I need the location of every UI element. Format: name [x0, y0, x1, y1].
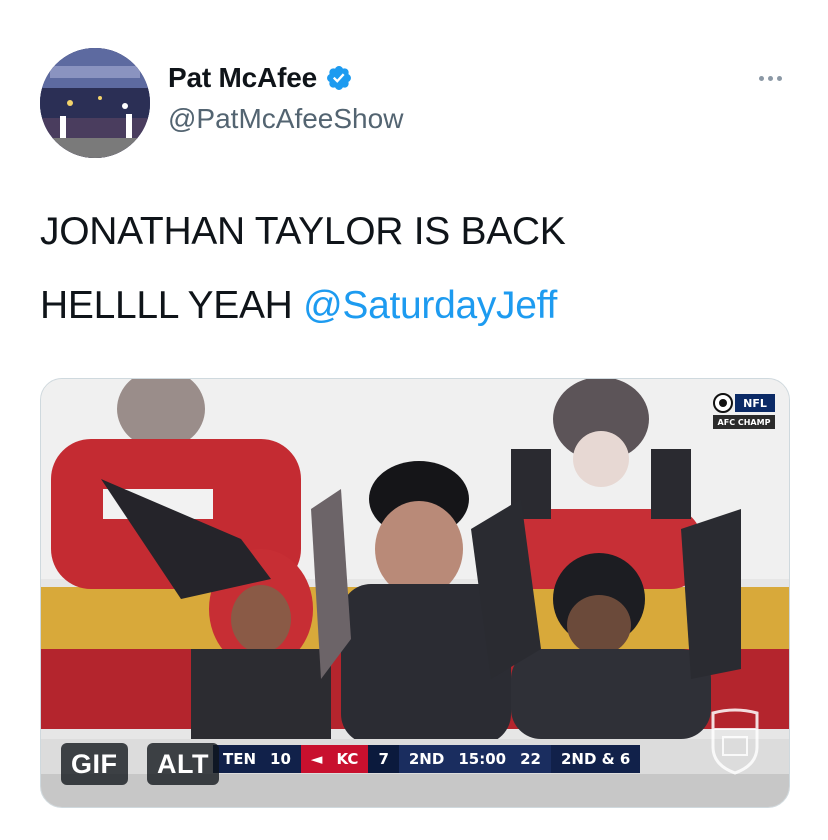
- team2-name: KC: [336, 750, 359, 768]
- network-bug-bottom: AFC CHAMP: [718, 418, 771, 427]
- score-team1: TEN 10: [213, 745, 301, 773]
- team2-logo-icon: ◄: [310, 750, 323, 768]
- tweet-text-line-1: JONATHAN TAYLOR IS BACK: [40, 210, 566, 253]
- score-team2-value: 7: [368, 745, 399, 773]
- tweet-text-prefix: HELLLL YEAH: [40, 284, 304, 327]
- verified-badge-icon[interactable]: [325, 64, 353, 92]
- more-dot: [758, 75, 764, 81]
- down-distance-box: 2ND & 6: [550, 745, 641, 773]
- clock: 15:00: [458, 750, 507, 768]
- author-handle[interactable]: @PatMcAfeeShow: [168, 103, 403, 135]
- scoreboard: TEN 10 ◄ KC 7 2ND 15:00 22 2ND & 6: [213, 745, 641, 773]
- author-name-row: Pat McAfee: [168, 62, 353, 94]
- gif-badge: GIF: [61, 743, 128, 785]
- avatar-image: [40, 48, 150, 158]
- avatar[interactable]: [40, 48, 150, 158]
- mention-link[interactable]: @SaturdayJeff: [303, 284, 557, 327]
- network-bug-top: NFL: [743, 397, 767, 410]
- team1-score: 10: [270, 750, 291, 768]
- team1-name: TEN: [223, 750, 257, 768]
- alt-text-button[interactable]: ALT: [147, 743, 219, 785]
- down-distance: 2ND & 6: [560, 750, 631, 768]
- media-gif[interactable]: NFL AFC CHAMP TEN 10 ◄ KC 7 2ND 15:00 22…: [40, 378, 790, 808]
- nfl-shield-icon: [711, 708, 759, 775]
- display-name[interactable]: Pat McAfee: [168, 62, 317, 94]
- more-dot: [776, 75, 782, 81]
- play-clock: 22: [520, 750, 541, 768]
- score-team2: ◄ KC: [300, 745, 369, 773]
- more-options-icon[interactable]: [752, 66, 788, 90]
- quarter: 2ND: [408, 750, 445, 768]
- more-dot: [767, 75, 773, 81]
- game-clock: 2ND 15:00 22: [398, 745, 551, 773]
- team2-score: 7: [378, 750, 389, 768]
- network-bug-icon: NFL AFC CHAMP: [713, 393, 775, 429]
- tweet-text-line-2: HELLLL YEAH @SaturdayJeff: [40, 284, 557, 328]
